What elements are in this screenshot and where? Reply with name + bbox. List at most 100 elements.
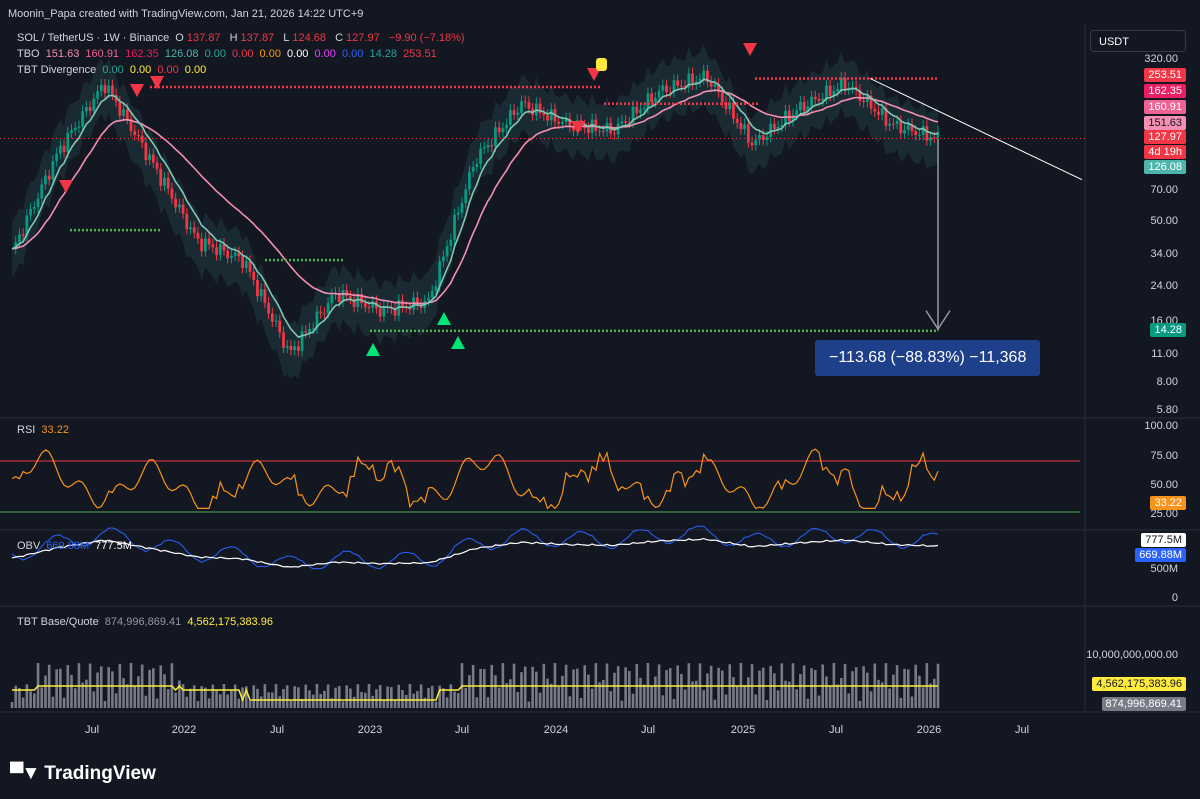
volume-bar bbox=[724, 694, 728, 708]
buy-signal-marker bbox=[451, 336, 465, 349]
volume-bar bbox=[70, 674, 73, 708]
candle-body bbox=[918, 134, 921, 136]
volume-bar bbox=[602, 680, 605, 708]
obv-axis-label: 0 bbox=[1171, 592, 1178, 604]
tradingview-icon: ▀▼ bbox=[10, 763, 40, 784]
candle-body bbox=[877, 111, 880, 115]
candle-body bbox=[248, 261, 252, 272]
candle-body bbox=[70, 130, 73, 133]
volume-bar bbox=[311, 694, 315, 708]
price-tag: 253.51 bbox=[1144, 68, 1186, 82]
volume-bar bbox=[419, 684, 423, 708]
candle-body bbox=[758, 135, 761, 140]
candle-body bbox=[642, 108, 646, 110]
volume-bar bbox=[341, 701, 345, 708]
candle-body bbox=[282, 332, 285, 348]
rsi-axis-label: 75.00 bbox=[1150, 450, 1178, 462]
measure-label[interactable]: −113.68 (−88.83%) −11,368 bbox=[815, 340, 1041, 376]
candle-body bbox=[650, 93, 654, 103]
volume-bar bbox=[103, 701, 107, 708]
candle-body bbox=[96, 91, 99, 99]
volume-bar bbox=[579, 698, 583, 708]
volume-bar bbox=[706, 673, 709, 708]
candle-body bbox=[207, 238, 211, 245]
volume-bar bbox=[538, 692, 542, 708]
volume-bar bbox=[810, 668, 813, 708]
candle-body bbox=[523, 101, 527, 103]
candle-body bbox=[189, 227, 192, 230]
volume-bar bbox=[523, 666, 527, 708]
candle-body bbox=[572, 127, 575, 131]
volume-bar bbox=[903, 668, 906, 708]
candle-body bbox=[486, 145, 490, 148]
volume-bar bbox=[222, 684, 226, 708]
volume-bar bbox=[668, 668, 672, 708]
volume-bar bbox=[624, 667, 627, 708]
obv-value: 669.88M bbox=[46, 540, 90, 552]
candle-body bbox=[300, 331, 304, 351]
volume-bar bbox=[620, 700, 624, 708]
volume-bar bbox=[866, 672, 869, 708]
candle-body bbox=[601, 130, 605, 132]
volume-bar bbox=[404, 694, 408, 708]
volume-bar bbox=[516, 692, 520, 708]
volume-bar bbox=[479, 669, 482, 708]
volume-bar bbox=[378, 685, 382, 708]
candle-body bbox=[873, 108, 877, 112]
volume-bar bbox=[754, 694, 758, 708]
volume-bar bbox=[308, 690, 311, 708]
candle-body bbox=[211, 244, 215, 248]
price-axis-label: 70.00 bbox=[1150, 184, 1178, 196]
volume-bar bbox=[148, 669, 151, 708]
volume-bar bbox=[709, 665, 713, 708]
rsi-value: 33.22 bbox=[41, 424, 69, 436]
volume-bar bbox=[761, 667, 765, 708]
candle-body bbox=[252, 271, 256, 281]
candle-body bbox=[613, 133, 616, 135]
volume-bar bbox=[434, 701, 438, 708]
candle-body bbox=[263, 289, 267, 303]
volume-bar bbox=[817, 695, 821, 708]
candle-body bbox=[765, 136, 769, 141]
volume-bar bbox=[356, 684, 360, 708]
chart-canvas[interactable] bbox=[0, 0, 1200, 799]
volume-bar bbox=[252, 685, 256, 708]
candle-body bbox=[761, 135, 765, 141]
time-axis-label: Jul bbox=[84, 724, 100, 736]
volume-bar bbox=[921, 687, 925, 708]
volume-bar bbox=[44, 675, 47, 708]
candle-body bbox=[196, 232, 200, 239]
tbt-bq-axis-label: 10,000,000,000.00 bbox=[1086, 649, 1178, 661]
candle-body bbox=[88, 107, 92, 111]
candle-body bbox=[512, 110, 516, 115]
candle-body bbox=[125, 109, 129, 119]
candle-body bbox=[144, 142, 148, 161]
volume-bar bbox=[482, 669, 486, 708]
candle-body bbox=[84, 107, 88, 112]
rsi-axis-label: 50.00 bbox=[1150, 479, 1178, 491]
buy-signal-marker bbox=[437, 312, 451, 325]
candle-body bbox=[624, 121, 628, 123]
candle-body bbox=[482, 147, 486, 149]
candle-body bbox=[441, 256, 445, 262]
volume-bar bbox=[152, 668, 155, 708]
candle-body bbox=[163, 177, 166, 186]
candle-body bbox=[148, 154, 151, 161]
time-axis-label: 2025 bbox=[730, 724, 756, 736]
volume-bar bbox=[475, 697, 479, 708]
tradingview-logo[interactable]: ▀▼ TradingView bbox=[10, 763, 156, 785]
candle-body bbox=[363, 303, 367, 308]
volume-bar bbox=[769, 665, 772, 708]
volume-bar bbox=[96, 672, 99, 708]
volume-bar bbox=[505, 683, 508, 708]
candle-body bbox=[825, 85, 828, 99]
tbt-bq-tag: 874,996,869.41 bbox=[1101, 697, 1186, 711]
volume-bar bbox=[438, 685, 441, 708]
candle-body bbox=[177, 204, 181, 208]
volume-bar bbox=[445, 697, 449, 708]
rsi-tag: 33.22 bbox=[1150, 496, 1186, 510]
candle-body bbox=[200, 238, 204, 252]
candle-body bbox=[620, 121, 624, 124]
candle-body bbox=[137, 135, 140, 137]
candle-body bbox=[490, 145, 494, 147]
